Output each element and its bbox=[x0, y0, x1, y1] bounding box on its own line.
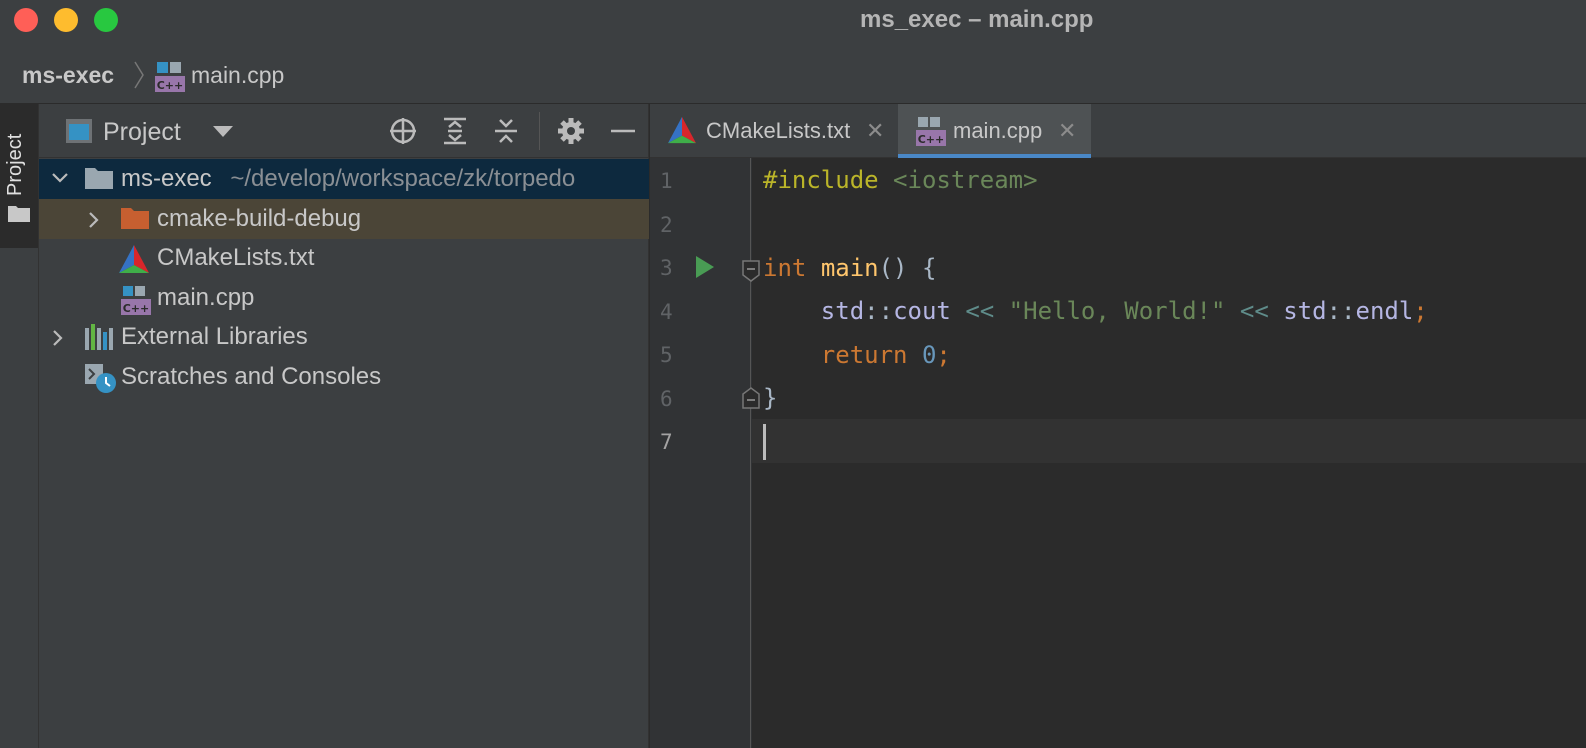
line-number: 5 bbox=[660, 343, 673, 367]
code-token: std bbox=[820, 297, 865, 325]
cpp-file-icon: C++ bbox=[916, 117, 946, 146]
close-icon[interactable]: ✕ bbox=[866, 104, 884, 158]
breadcrumb-separator-icon bbox=[134, 61, 144, 89]
line-number: 7 bbox=[660, 430, 673, 454]
tree-item-cmake-build-debug[interactable]: cmake-build-debug bbox=[39, 199, 649, 239]
tree-item-label: External Libraries bbox=[121, 323, 308, 350]
code-token: main bbox=[820, 254, 879, 282]
locate-file-icon[interactable] bbox=[388, 116, 418, 146]
chevron-right-icon[interactable] bbox=[87, 211, 101, 229]
code-token: std bbox=[1283, 297, 1327, 325]
code-line-6: } bbox=[763, 376, 777, 420]
code-token: "Hello, World!" bbox=[1008, 297, 1226, 325]
tree-item-label: cmake-build-debug bbox=[157, 205, 362, 232]
tree-item-path: ~/develop/workspace/zk/torpedo bbox=[230, 165, 576, 192]
tree-item-label: Scratches and Consoles bbox=[121, 363, 382, 390]
tree-item-main-cpp[interactable]: C++ main.cpp bbox=[39, 278, 649, 318]
tree-item-external-libraries[interactable]: External Libraries bbox=[39, 317, 649, 357]
tab-label: main.cpp bbox=[953, 118, 1043, 143]
chevron-down-icon[interactable] bbox=[51, 171, 69, 185]
code-token: << bbox=[1239, 297, 1269, 325]
breadcrumb-file[interactable]: main.cpp bbox=[191, 40, 284, 104]
cpp-file-icon: C++ bbox=[155, 62, 185, 92]
fold-icon[interactable] bbox=[742, 387, 760, 409]
svg-text:C++: C++ bbox=[123, 302, 150, 315]
editor-area: CMakeLists.txt ✕ C++ main.cpp ✕ 1 2 3 4 … bbox=[650, 104, 1586, 748]
tree-item-scratches[interactable]: Scratches and Consoles bbox=[39, 357, 649, 397]
chevron-down-icon[interactable] bbox=[213, 126, 233, 138]
project-panel-header: Project bbox=[39, 104, 649, 158]
chevron-right-icon[interactable] bbox=[51, 329, 65, 347]
title-bar: ms_exec – main.cpp bbox=[0, 0, 1586, 40]
toolbar-divider bbox=[539, 112, 540, 150]
scratches-icon bbox=[85, 364, 116, 393]
code-token: 0 bbox=[921, 341, 937, 369]
text-caret bbox=[763, 424, 766, 460]
project-panel: Project ms-exec ~/develop/workspace/zk/t… bbox=[39, 104, 649, 748]
editor-tab-bar: CMakeLists.txt ✕ C++ main.cpp ✕ bbox=[650, 104, 1586, 158]
tab-label: CMakeLists.txt bbox=[706, 118, 851, 143]
code-line-3: int main() { bbox=[763, 246, 936, 290]
code-line-5: return 0; bbox=[763, 333, 951, 377]
gutter-divider bbox=[750, 158, 751, 748]
code-token: :: bbox=[864, 297, 894, 325]
current-line-highlight bbox=[752, 419, 1586, 463]
breadcrumb-project[interactable]: ms-exec bbox=[22, 40, 114, 104]
code-token: () { bbox=[878, 254, 937, 282]
code-token: int bbox=[763, 254, 807, 282]
project-view-selector[interactable]: Project bbox=[103, 104, 181, 158]
left-tool-stripe: Project bbox=[0, 104, 39, 748]
line-number: 6 bbox=[660, 387, 673, 411]
code-token: #include bbox=[763, 166, 879, 194]
tree-item-ms-exec[interactable]: ms-exec ~/develop/workspace/zk/torpedo bbox=[39, 159, 649, 199]
close-icon[interactable]: ✕ bbox=[1058, 104, 1076, 158]
expand-all-icon[interactable] bbox=[440, 116, 470, 146]
tab-cmakelists[interactable]: CMakeLists.txt ✕ bbox=[650, 104, 898, 158]
line-number: 4 bbox=[660, 300, 673, 324]
tree-item-cmakelists[interactable]: CMakeLists.txt bbox=[39, 238, 649, 278]
code-token: :: bbox=[1326, 297, 1356, 325]
navigation-bar: ms-exec C++ main.cpp bbox=[0, 40, 1586, 104]
hide-panel-icon[interactable] bbox=[608, 116, 638, 146]
project-view-icon bbox=[66, 119, 92, 143]
svg-text:C++: C++ bbox=[918, 133, 945, 146]
svg-text:C++: C++ bbox=[157, 79, 184, 92]
line-number: 3 bbox=[660, 256, 673, 280]
tree-item-label: ms-exec bbox=[121, 165, 212, 192]
gear-icon[interactable] bbox=[556, 116, 586, 146]
folder-orange-icon bbox=[121, 208, 149, 229]
code-token: ; bbox=[1413, 297, 1428, 325]
project-tool-label: Project bbox=[4, 133, 26, 196]
cpp-file-icon: C++ bbox=[121, 286, 151, 315]
code-token: } bbox=[763, 384, 778, 412]
tree-item-label: CMakeLists.txt bbox=[157, 244, 315, 271]
folder-icon bbox=[8, 206, 30, 222]
window-title: ms_exec – main.cpp bbox=[860, 6, 1094, 33]
cmake-icon bbox=[119, 245, 149, 273]
code-token: return bbox=[820, 341, 908, 369]
line-number: 2 bbox=[660, 213, 673, 237]
code-token: << bbox=[965, 297, 995, 325]
code-line-1: #include <iostream> bbox=[763, 158, 1038, 202]
code-token: <iostream> bbox=[893, 166, 1038, 194]
tree-item-label: main.cpp bbox=[157, 284, 255, 311]
folder-icon bbox=[85, 168, 113, 189]
code-line-4: std::cout << "Hello, World!" << std::end… bbox=[763, 289, 1428, 333]
project-tool-window-button[interactable]: Project bbox=[0, 104, 38, 248]
run-icon[interactable] bbox=[696, 256, 714, 278]
code-token: endl bbox=[1355, 297, 1414, 325]
code-token: cout bbox=[893, 297, 951, 325]
library-icon bbox=[85, 324, 113, 350]
collapse-all-icon[interactable] bbox=[491, 116, 521, 146]
cmake-icon bbox=[668, 116, 696, 144]
code-token: ; bbox=[936, 341, 951, 369]
ide-window: ms_exec – main.cpp ms-exec C++ main.cpp … bbox=[0, 0, 1586, 748]
tab-main-cpp[interactable]: C++ main.cpp ✕ bbox=[898, 104, 1091, 158]
line-number: 1 bbox=[660, 169, 673, 193]
fold-icon[interactable] bbox=[742, 260, 760, 282]
